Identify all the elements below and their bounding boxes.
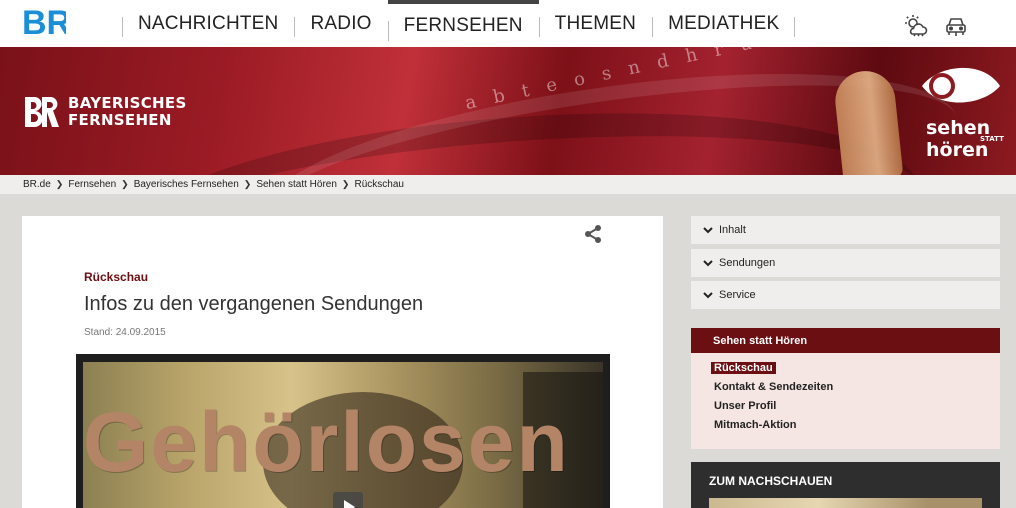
breadcrumb-item[interactable]: Fernsehen <box>68 179 116 190</box>
hero-banner: a b t e o s n d h r ü BAYERISCHES FERNSE… <box>0 47 1016 175</box>
accordion-sendungen[interactable]: Sendungen <box>691 249 1000 277</box>
breadcrumb: BR.de ❯ Fernsehen ❯ Bayerisches Fernsehe… <box>0 175 1016 194</box>
nav-item-nachrichten[interactable]: NACHRICHTEN <box>122 0 294 47</box>
accordion-label: Sendungen <box>719 257 776 269</box>
nav-item-radio[interactable]: RADIO <box>294 0 387 47</box>
chevron-down-icon <box>703 227 713 234</box>
play-icon <box>344 500 355 508</box>
video-thumbnail: Gehörlosen <box>83 362 603 508</box>
accordion-label: Inhalt <box>719 224 746 236</box>
eye-icon <box>922 67 1000 103</box>
nav-icons <box>904 14 968 38</box>
chevron-down-icon <box>703 292 713 299</box>
page-title: Infos zu den vergangenen Sendungen <box>84 293 424 315</box>
breadcrumb-item[interactable]: BR.de <box>23 179 51 190</box>
sehen-statt-hoeren-logo[interactable]: sehen STATT hören <box>918 61 1004 165</box>
nav-item-mediathek[interactable]: MEDIATHEK <box>652 0 796 47</box>
nav-item-themen[interactable]: THEMEN <box>538 0 652 47</box>
sidebar-links: Rückschau Kontakt & Sendezeiten Unser Pr… <box>691 353 1000 437</box>
chevron-down-icon <box>703 260 713 267</box>
sidebar-link-profil[interactable]: Unser Profil <box>711 399 1000 418</box>
share-icon[interactable] <box>583 224 603 244</box>
main-nav: NACHRICHTEN RADIO FERNSEHEN THEMEN MEDIA… <box>122 0 796 47</box>
bayerisches-fernsehen-logo[interactable]: BAYERISCHES FERNSEHEN <box>22 95 187 129</box>
br-mark-icon <box>25 96 59 128</box>
nachschauen-box: ZUM NACHSCHAUEN <box>691 462 1000 508</box>
chevron-right-icon: ❯ <box>341 179 350 189</box>
breadcrumb-item-current: Rückschau <box>354 179 404 190</box>
breadcrumb-item[interactable]: Bayerisches Fernsehen <box>134 179 239 190</box>
br-logo[interactable]: BR <box>22 4 66 40</box>
svg-text:BR: BR <box>22 4 66 40</box>
nachschauen-title: ZUM NACHSCHAUEN <box>709 474 833 488</box>
weather-icon[interactable] <box>904 14 928 38</box>
top-navigation: BR NACHRICHTEN RADIO FERNSEHEN THEMEN ME… <box>0 0 1016 47</box>
sidebar-section: Sehen statt Hören Rückschau Kontakt & Se… <box>691 328 1000 449</box>
accordion-label: Service <box>719 289 756 301</box>
channel-name: BAYERISCHES FERNSEHEN <box>68 94 187 129</box>
breadcrumb-item[interactable]: Sehen statt Hören <box>256 179 337 190</box>
video-player[interactable]: Gehörlosen <box>76 354 610 508</box>
sidebar-link-mitmach[interactable]: Mitmach-Aktion <box>711 418 1000 437</box>
play-button[interactable] <box>333 492 363 508</box>
article-kicker: Rückschau <box>84 270 149 284</box>
nachschauen-thumbnail[interactable] <box>709 498 982 508</box>
article-date: Stand: 24.09.2015 <box>84 327 166 338</box>
traffic-icon[interactable] <box>944 14 968 38</box>
sidebar-link-kontakt[interactable]: Kontakt & Sendezeiten <box>711 380 1000 399</box>
accordion-service[interactable]: Service <box>691 281 1000 309</box>
sidebar-section-title[interactable]: Sehen statt Hören <box>691 328 1000 353</box>
chevron-right-icon: ❯ <box>121 179 129 189</box>
accordion-inhalt[interactable]: Inhalt <box>691 216 1000 244</box>
video-title-overlay: Gehörlosen <box>83 395 570 489</box>
chevron-right-icon: ❯ <box>55 179 64 189</box>
article-card: Rückschau Infos zu den vergangenen Sendu… <box>22 216 663 508</box>
nav-item-fernsehen[interactable]: FERNSEHEN <box>387 0 539 47</box>
chevron-right-icon: ❯ <box>243 179 252 189</box>
sidebar-link-rueckschau[interactable]: Rückschau <box>711 361 1000 380</box>
